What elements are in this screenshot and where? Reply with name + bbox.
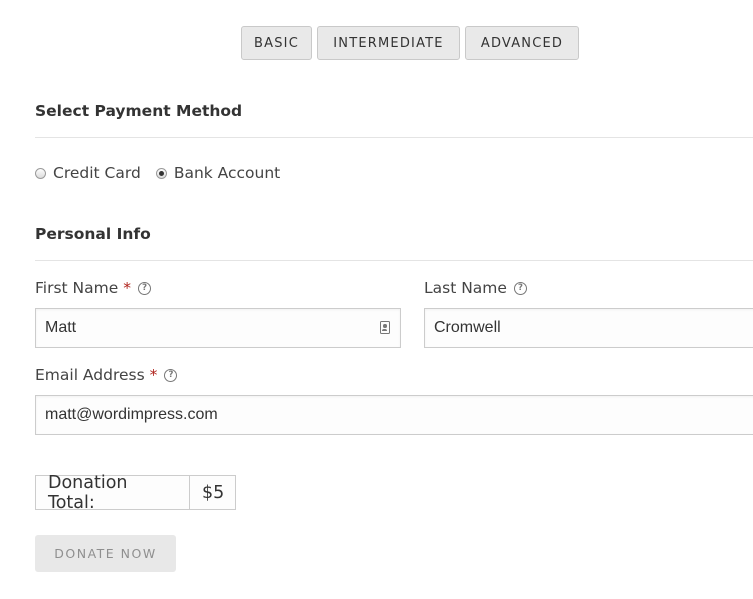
radio-bank-account-button[interactable] [155,167,167,179]
radio-credit-card[interactable]: Credit Card [35,164,141,182]
payment-method-heading: Select Payment Method [35,102,243,120]
email-value: matt@wordimpress.com [45,406,218,423]
donation-total-amount: $5 [190,475,236,510]
email-label-text: Email Address [35,366,145,384]
tab-basic[interactable]: BASIC [241,26,312,60]
personal-info-heading: Personal Info [35,225,151,243]
radio-bank-account-label: Bank Account [173,164,281,182]
personal-info-divider [35,260,753,261]
last-name-value: Cromwell [434,319,501,336]
donation-form-page: BASIC INTERMEDIATE ADVANCED Select Payme… [0,0,753,599]
first-name-help-icon[interactable]: ? [138,281,152,295]
contact-card-icon[interactable] [380,321,390,334]
first-name-label-text: First Name [35,279,119,297]
tab-intermediate[interactable]: INTERMEDIATE [317,26,460,60]
last-name-field[interactable]: Cromwell [424,308,753,348]
last-name-help-icon[interactable]: ? [513,281,527,295]
email-help-icon[interactable]: ? [164,368,178,382]
donate-now-button[interactable]: DONATE NOW [35,535,176,572]
donation-total-label: Donation Total: [35,473,190,513]
first-name-value: Matt [45,319,77,336]
payment-method-options: Credit Card Bank Account [35,164,280,182]
radio-credit-card-button[interactable] [35,167,46,179]
last-name-label-text: Last Name [424,279,507,297]
level-tabs: BASIC INTERMEDIATE ADVANCED [241,26,579,60]
donation-total: Donation Total: $5 [35,473,236,513]
radio-bank-account[interactable]: Bank Account [155,164,281,182]
tab-advanced[interactable]: ADVANCED [465,26,579,60]
payment-divider [35,137,753,138]
email-field[interactable]: matt@wordimpress.com [35,395,753,435]
radio-credit-card-label: Credit Card [53,164,141,182]
first-name-label: First Name * ? [35,279,152,297]
email-label: Email Address * ? [35,366,178,384]
first-name-required-mark: * [123,279,132,297]
email-required-mark: * [149,366,158,384]
last-name-label: Last Name ? [424,279,527,297]
first-name-field[interactable]: Matt [35,308,401,348]
